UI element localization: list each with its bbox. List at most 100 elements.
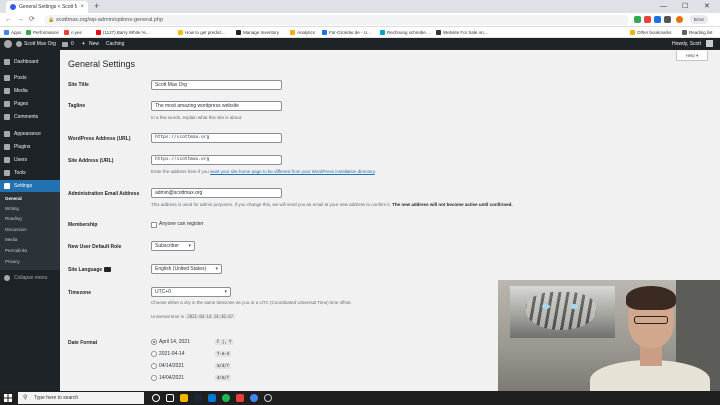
date-format-option-label[interactable]: 04/14/2021 — [159, 363, 184, 370]
date-format-radio[interactable] — [151, 339, 157, 345]
submenu-privacy[interactable]: Privacy — [0, 257, 60, 267]
reload-button[interactable]: ⟳ — [29, 15, 35, 25]
date-format-option-label[interactable]: April 14, 2021 — [159, 339, 190, 346]
new-tab-button[interactable]: + — [94, 1, 99, 12]
site-language-select[interactable]: English (United States) ▾ — [151, 264, 222, 274]
bookmark-icon — [178, 30, 183, 35]
task-view-icon[interactable] — [166, 394, 174, 402]
site-title-input[interactable]: Scott Max Org — [151, 80, 282, 90]
taskbar-search-input[interactable]: ⚲ Type here to search — [18, 392, 144, 404]
caching-link[interactable]: Caching — [106, 38, 124, 50]
date-format-option-label[interactable]: 14/04/2021 — [159, 375, 184, 382]
tagline-input[interactable]: The most amazing wordpress website — [151, 101, 282, 111]
sidebar-item-media[interactable]: Media — [0, 85, 60, 97]
timezone-select[interactable]: UTC+0 ▾ — [151, 287, 231, 297]
minimize-button[interactable]: — — [660, 1, 667, 12]
bookmark-icon — [322, 30, 327, 35]
sidebar-item-pages[interactable]: Pages — [0, 98, 60, 110]
site-address-help-link[interactable]: want your site home page to be different… — [210, 169, 375, 174]
bookmark-icon — [380, 30, 385, 35]
office-icon[interactable] — [236, 394, 244, 402]
avatar[interactable] — [676, 16, 683, 23]
sidebar-item-posts[interactable]: Posts — [0, 72, 60, 84]
date-format-radio[interactable] — [151, 363, 157, 369]
maximize-button[interactable]: ☐ — [682, 1, 688, 12]
collapse-menu-button[interactable]: Collapse menu — [0, 272, 60, 284]
sidebar-item-plugins[interactable]: Plugins — [0, 141, 60, 153]
bookmark-item[interactable]: c-yes — [64, 29, 82, 36]
date-format-radio[interactable] — [151, 375, 157, 381]
date-format-code: m/d/Y — [215, 363, 232, 369]
extension-icon[interactable] — [664, 16, 671, 23]
sidebar-item-comments[interactable]: Comments — [0, 111, 60, 123]
wordpress-address-label: WordPress Address (URL) — [68, 136, 131, 142]
site-language-label: Site Language — [68, 266, 111, 274]
bookmark-folder[interactable]: Other bookmarks — [630, 29, 672, 36]
submenu-discussion[interactable]: Discussion — [0, 225, 60, 235]
bookmark-item[interactable]: Apps — [4, 29, 21, 36]
admin-email-input[interactable]: admin@scottmax.org — [151, 188, 282, 198]
date-format-radio[interactable] — [151, 351, 157, 357]
wordpress-logo-icon[interactable] — [4, 40, 12, 48]
comments-count[interactable]: 0 — [71, 38, 74, 50]
new-content-link[interactable]: New — [89, 38, 99, 50]
sidebar-item-appearance[interactable]: Appearance — [0, 128, 60, 140]
submenu-media[interactable]: Media — [0, 235, 60, 245]
wrench-icon — [4, 170, 10, 176]
date-format-option-label[interactable]: 2021-04-14 — [159, 351, 185, 358]
bookmark-item[interactable]: (1127) Barry White %… — [96, 29, 150, 36]
file-explorer-icon[interactable] — [180, 394, 188, 402]
address-bar[interactable]: 🔒 scottmax.org/wp-admin/options-general.… — [44, 15, 629, 25]
bookmark-item[interactable]: Performance — [26, 29, 59, 36]
sidebar-item-tools[interactable]: Tools — [0, 167, 60, 179]
media-icon — [4, 88, 10, 94]
wordpress-address-input[interactable]: https://scottmax.org — [151, 133, 282, 143]
chrome-icon[interactable] — [250, 394, 258, 402]
bookmark-icon — [4, 30, 9, 35]
forward-button[interactable]: → — [17, 15, 24, 25]
obs-icon[interactable] — [264, 394, 272, 402]
site-address-input[interactable]: https://scottmax.org — [151, 155, 282, 165]
tab-general-settings[interactable]: General Settings < Scott Max O × — [6, 1, 88, 13]
bookmark-item[interactable]: Website For Sale on… — [436, 29, 488, 36]
extension-icon[interactable] — [634, 16, 641, 23]
bookmark-item[interactable]: How to get predict… — [178, 29, 226, 36]
submenu-permalinks[interactable]: Permalinks — [0, 246, 60, 256]
cortana-icon[interactable] — [152, 394, 160, 402]
submenu-general[interactable]: General — [0, 194, 60, 204]
tab-close-icon[interactable]: × — [80, 4, 84, 10]
close-window-button[interactable]: ✕ — [704, 1, 710, 12]
user-icon — [4, 157, 10, 163]
chevron-down-icon: ▾ — [224, 289, 227, 295]
lock-icon: 🔒 — [48, 17, 55, 23]
sidebar-item-settings[interactable]: Settings — [0, 180, 60, 192]
howdy-user[interactable]: Howdy, Scott — [672, 38, 701, 50]
back-button[interactable]: ← — [5, 15, 12, 25]
submenu-reading[interactable]: Reading — [0, 214, 60, 224]
reading-list[interactable]: Reading list — [682, 29, 713, 36]
pin-icon — [4, 75, 10, 81]
extension-icon[interactable] — [654, 16, 661, 23]
bookmark-item[interactable]: Manage Inventory — [236, 29, 279, 36]
admin-sidebar: Dashboard Posts Media Pages Comments App… — [0, 50, 60, 391]
avatar[interactable] — [706, 40, 713, 47]
bookmark-item[interactable]: Für-Gründer.de - U… — [322, 29, 372, 36]
bookmark-item[interactable]: Analytics — [290, 29, 315, 36]
anyone-can-register-checkbox[interactable] — [151, 222, 157, 228]
bookmark-icon — [236, 30, 241, 35]
sidebar-item-dashboard[interactable]: Dashboard — [0, 56, 60, 68]
steam-icon[interactable] — [194, 394, 202, 402]
sidebar-item-users[interactable]: Users — [0, 154, 60, 166]
bookmark-item[interactable]: Rechnung schreibe… — [380, 29, 430, 36]
site-name-link[interactable]: Scott Max Org — [24, 38, 56, 50]
reading-list-icon — [682, 30, 687, 35]
spotify-icon[interactable] — [222, 394, 230, 402]
profile-error-button[interactable]: Error — [690, 15, 708, 24]
anyone-can-register-label[interactable]: Anyone can register — [159, 221, 203, 228]
default-role-select[interactable]: Subscriber ▾ — [151, 241, 195, 251]
help-button[interactable]: Help ▾ — [676, 51, 708, 61]
extension-icon[interactable] — [644, 16, 651, 23]
vscode-icon[interactable] — [208, 394, 216, 402]
submenu-writing[interactable]: Writing — [0, 204, 60, 214]
windows-start-icon[interactable] — [4, 394, 12, 402]
